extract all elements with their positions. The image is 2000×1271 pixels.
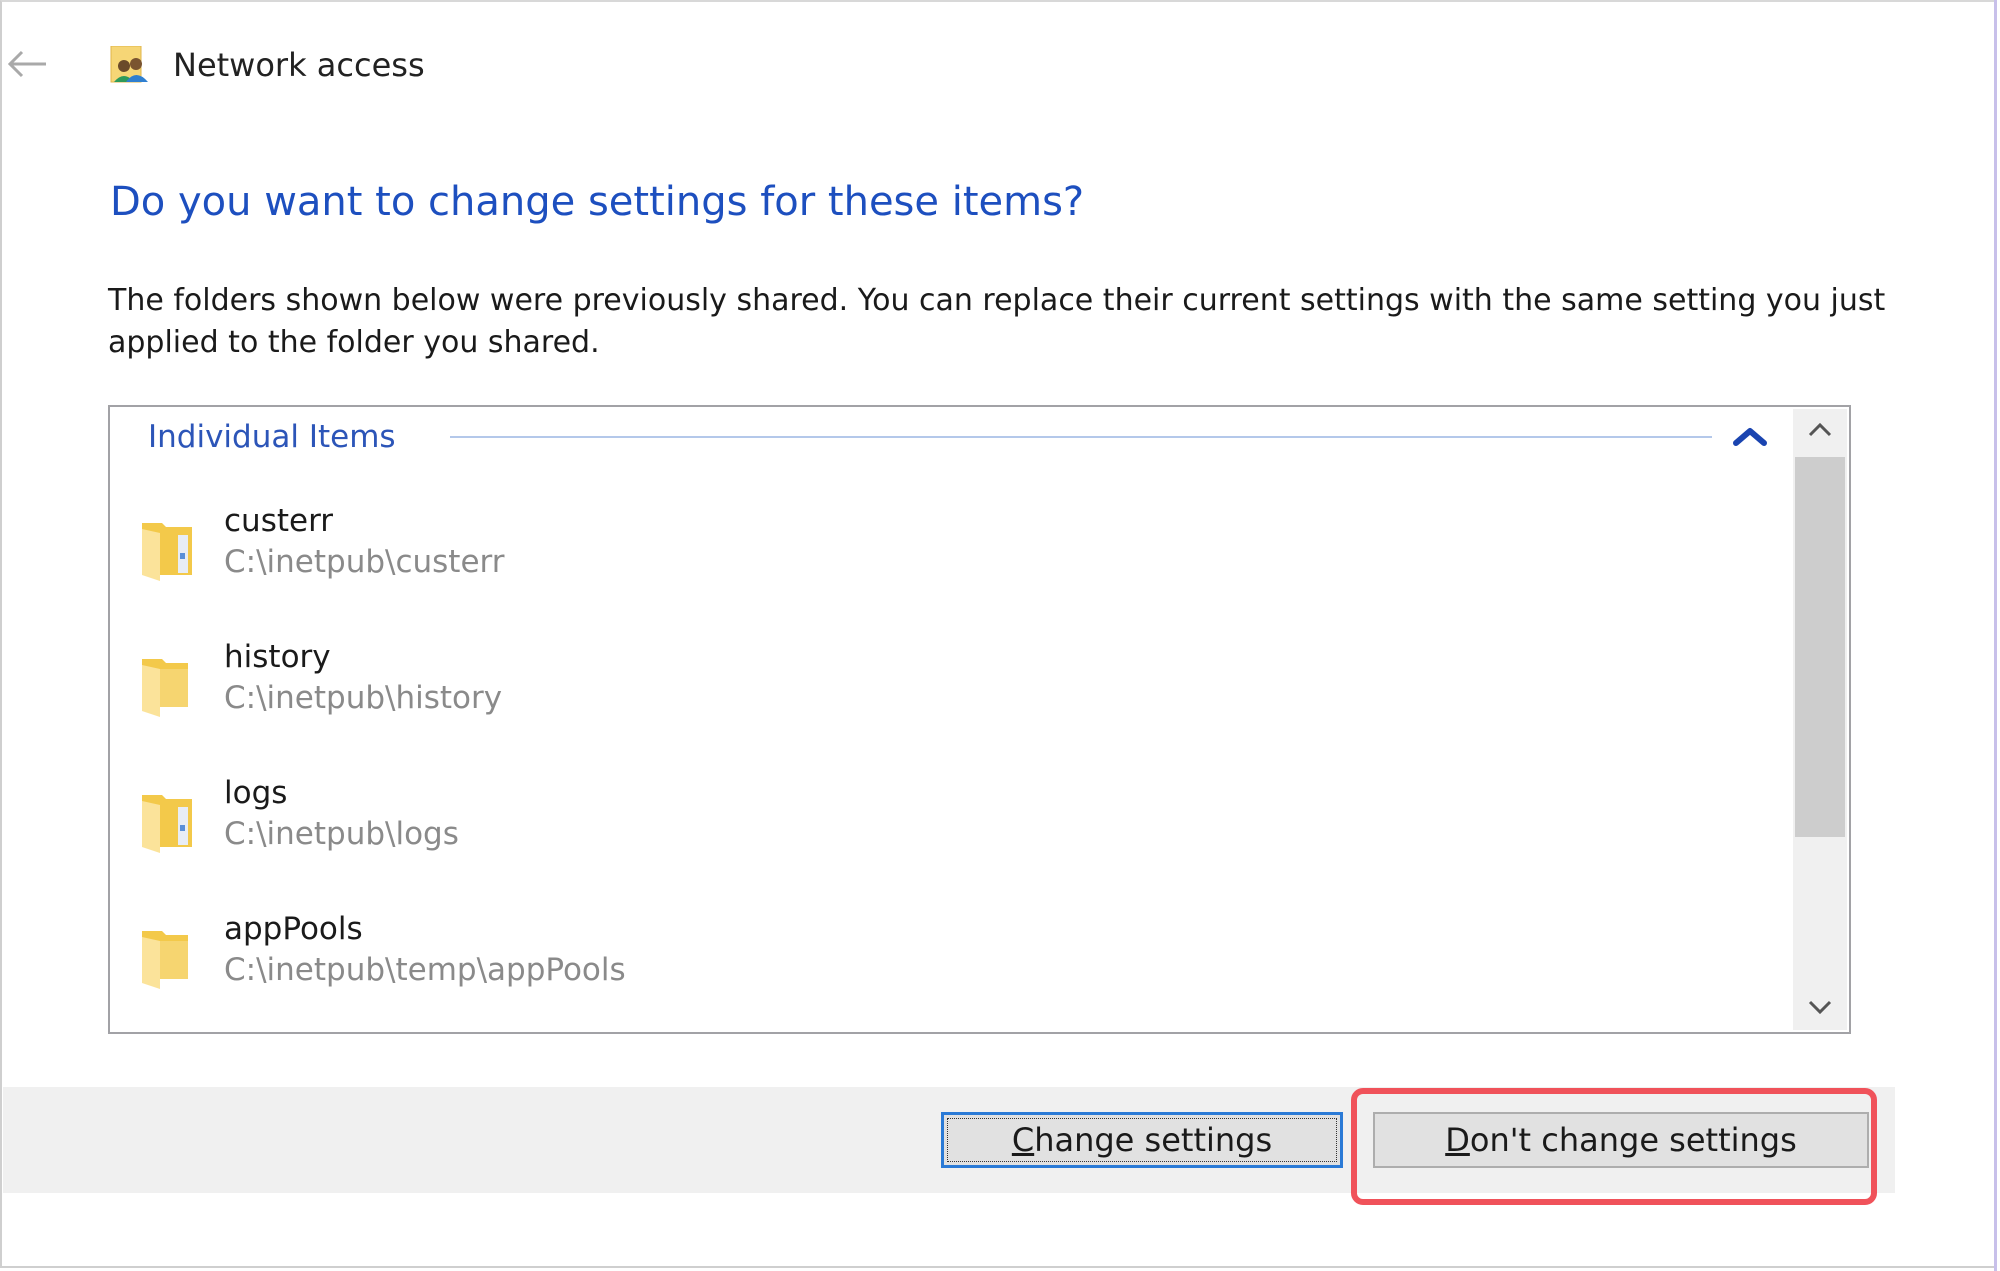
group-header-divider [450, 436, 1712, 438]
item-path: C:\inetpub\history [224, 680, 503, 716]
dialog-description: The folders shown below were previously … [108, 283, 1886, 360]
item-path: C:\inetpub\custerr [224, 544, 505, 580]
item-path: C:\inetpub\logs [224, 816, 459, 852]
item-path: C:\inetpub\temp\appPools [224, 952, 626, 988]
item-name: history [224, 639, 331, 675]
change-settings-button[interactable]: Change settings [941, 1112, 1343, 1168]
scroll-up-arrow-icon[interactable] [1793, 409, 1847, 453]
button-label: hange settings [1034, 1121, 1273, 1159]
item-name: custerr [224, 503, 334, 539]
folder-icon [138, 927, 198, 991]
window-title: Network access [173, 46, 425, 84]
items-list: Individual Items custerr C:\inetpub\cust… [108, 405, 1851, 1034]
item-name: appPools [224, 911, 363, 947]
item-name: logs [224, 775, 288, 811]
folder-icon [138, 519, 198, 583]
list-item[interactable]: custerr C:\inetpub\custerr [112, 503, 1772, 617]
back-arrow-icon[interactable] [6, 48, 48, 80]
group-header-label: Individual Items [148, 419, 396, 455]
scroll-down-arrow-icon[interactable] [1793, 986, 1847, 1030]
mnemonic-letter: C [1011, 1121, 1035, 1159]
dont-change-settings-button[interactable]: Don't change settings [1373, 1112, 1869, 1168]
button-label: on't change settings [1469, 1121, 1797, 1159]
list-item[interactable]: appPools C:\inetpub\temp\appPools [112, 911, 1772, 1025]
dialog-heading: Do you want to change settings for these… [110, 179, 1085, 225]
list-item[interactable]: history C:\inetpub\history [112, 639, 1772, 753]
mnemonic-letter: D [1445, 1121, 1470, 1159]
folder-icon [138, 791, 198, 855]
window-right-border [1994, 0, 1997, 1271]
list-item[interactable]: logs C:\inetpub\logs [112, 775, 1772, 889]
vertical-scrollbar[interactable] [1793, 409, 1847, 1030]
folder-icon [138, 655, 198, 719]
chevron-up-icon[interactable] [1730, 417, 1770, 457]
scrollbar-thumb[interactable] [1795, 457, 1845, 837]
network-users-folder-icon [110, 45, 152, 84]
